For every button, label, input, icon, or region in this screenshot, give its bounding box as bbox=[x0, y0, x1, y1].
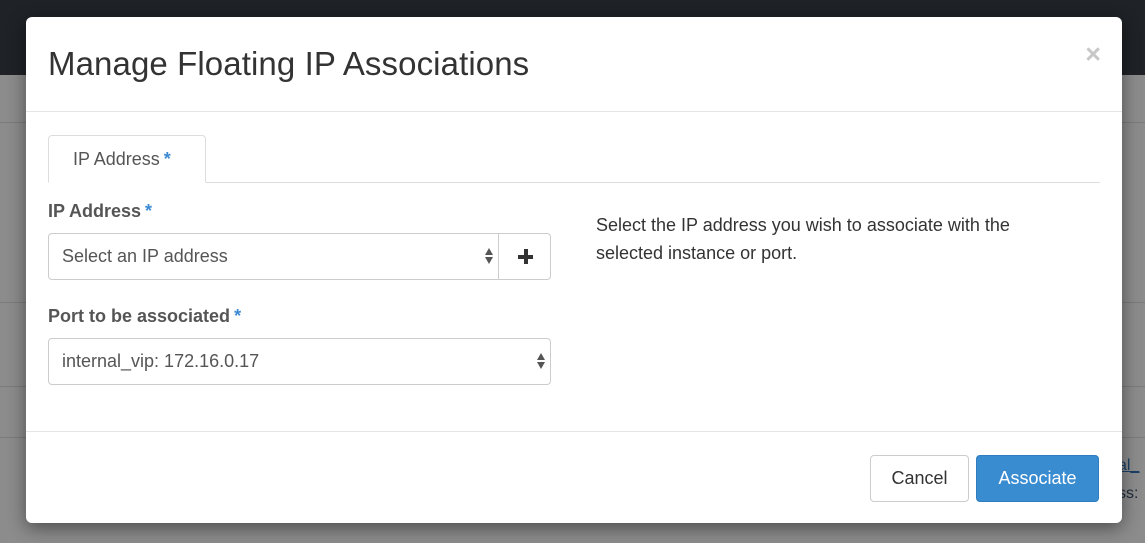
required-marker: * bbox=[145, 201, 153, 221]
port-label-text: Port to be associated bbox=[48, 306, 231, 326]
ip-address-select-value: Select an IP address bbox=[62, 246, 228, 266]
ip-address-label: IP Address * bbox=[48, 201, 152, 222]
modal-header: Manage Floating IP Associations × bbox=[26, 17, 1122, 112]
tab-ip-address[interactable]: IP Address * bbox=[48, 135, 206, 183]
port-select-value: internal_vip: 172.16.0.17 bbox=[62, 351, 260, 371]
help-text: Select the IP address you wish to associ… bbox=[596, 215, 1010, 263]
port-label: Port to be associated * bbox=[48, 306, 241, 327]
cancel-button[interactable]: Cancel bbox=[870, 455, 969, 502]
select-arrows-icon bbox=[485, 248, 493, 264]
required-marker: * bbox=[163, 149, 171, 169]
footer-divider bbox=[26, 431, 1122, 432]
associate-button[interactable]: Associate bbox=[976, 455, 1099, 502]
ip-address-select[interactable]: Select an IP address bbox=[48, 233, 499, 280]
tab-label: IP Address bbox=[73, 149, 160, 169]
allocate-ip-button[interactable] bbox=[498, 233, 551, 280]
port-select[interactable]: internal_vip: 172.16.0.17 bbox=[48, 338, 551, 385]
ip-address-label-text: IP Address bbox=[48, 201, 142, 221]
floating-ip-modal: Manage Floating IP Associations × IP Add… bbox=[26, 17, 1122, 523]
required-marker: * bbox=[234, 306, 242, 326]
select-arrows-icon bbox=[537, 353, 545, 369]
close-icon[interactable]: × bbox=[1085, 41, 1101, 68]
modal-title: Manage Floating IP Associations bbox=[48, 45, 530, 82]
